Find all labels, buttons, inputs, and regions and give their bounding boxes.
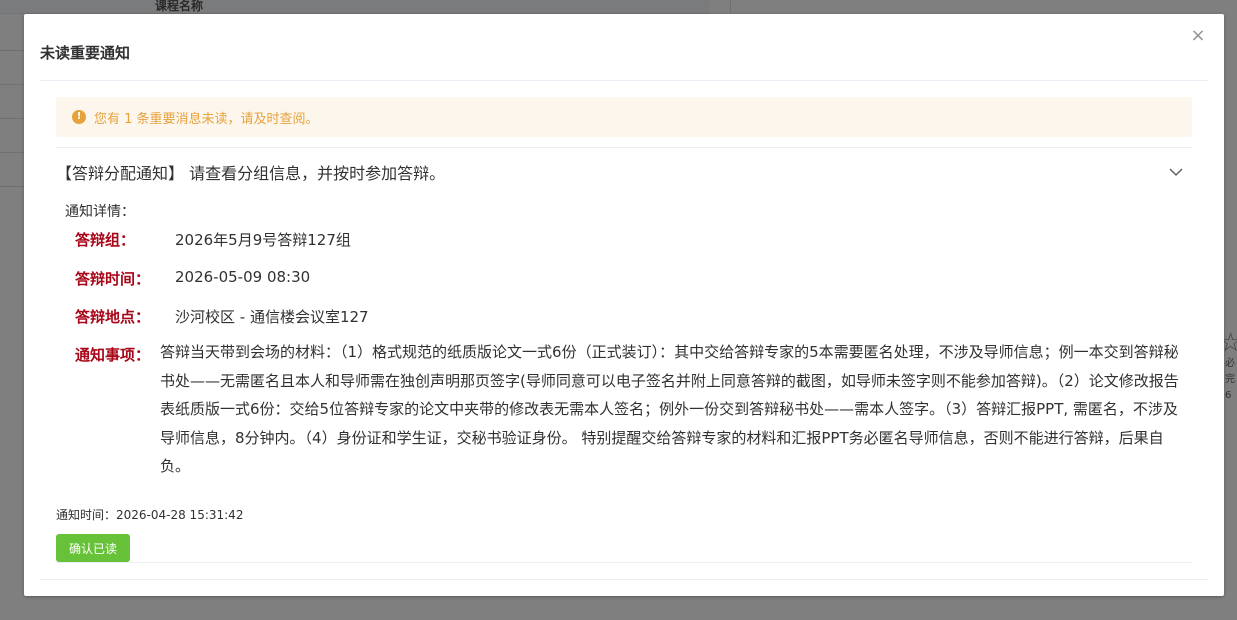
divider xyxy=(56,562,1192,563)
notice-details: 通知详情： 答辩组： 2026年5月9号答辩127组 答辩时间： 2026-05… xyxy=(65,201,1195,475)
confirm-read-button[interactable]: 确认已读 xyxy=(56,534,130,562)
location-value: 沙河校区 - 通信楼会议室127 xyxy=(175,308,369,326)
matters-label: 通知事项： xyxy=(75,346,151,364)
group-value: 2026年5月9号答辩127组 xyxy=(175,231,351,249)
time-value: 2026-05-09 08:30 xyxy=(175,268,311,286)
time-row: 答辩时间： 2026-05-09 08:30 xyxy=(75,268,310,289)
divider xyxy=(40,80,1208,81)
detail-label: 通知详情： xyxy=(65,204,135,220)
notice-header-text: 【答辩分配通知】 请查看分组信息，并按时参加答辩。 xyxy=(56,164,446,183)
group-label: 答辩组： xyxy=(75,231,136,249)
location-label: 答辩地点： xyxy=(75,308,151,326)
matters-row: 通知事项： 答辩当天带到会场的材料：（1）格式规范的纸质版论文一式6份（正式装订… xyxy=(75,343,1195,481)
close-icon[interactable]: × xyxy=(1188,26,1208,46)
location-row: 答辩地点： 沙河校区 - 通信楼会议室127 xyxy=(75,306,369,327)
divider xyxy=(40,579,1208,580)
notice-time: 通知时间：2026-04-28 15:31:42 xyxy=(56,508,244,522)
chevron-down-icon[interactable] xyxy=(1166,162,1186,182)
dialog-title: 未读重要通知 xyxy=(40,44,131,62)
alert-text: 您有 1 条重要消息未读，请及时查阅。 xyxy=(94,111,319,127)
unread-notice-dialog: 未读重要通知 × ! 您有 1 条重要消息未读，请及时查阅。 【答辩分配通知】 … xyxy=(24,14,1224,596)
group-row: 答辩组： 2026年5月9号答辩127组 xyxy=(75,229,351,250)
warning-alert: ! 您有 1 条重要消息未读，请及时查阅。 xyxy=(56,97,1192,137)
time-label: 答辩时间： xyxy=(75,270,151,288)
notice-collapse-header[interactable]: 【答辩分配通知】 请查看分组信息，并按时参加答辩。 xyxy=(56,148,1192,196)
warning-icon: ! xyxy=(72,110,86,124)
matters-value: 答辩当天带到会场的材料：（1）格式规范的纸质版论文一式6份（正式装订）：其中交给… xyxy=(160,343,1179,475)
